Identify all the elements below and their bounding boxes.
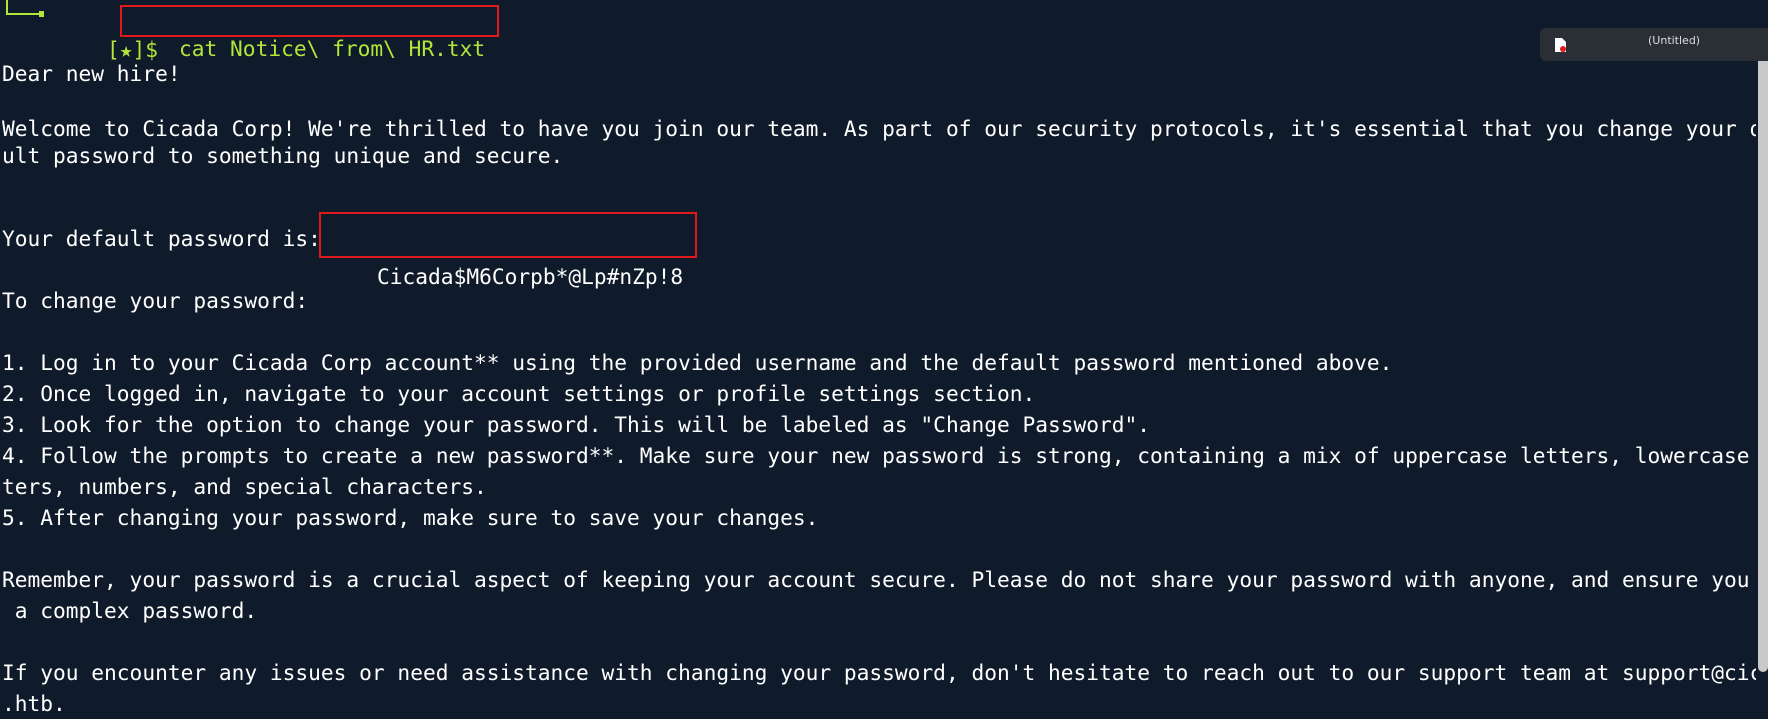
- command-text: cat Notice\ from\ HR.txt: [179, 36, 486, 61]
- notice-welcome-line-2: ult password to something unique and sec…: [2, 143, 564, 168]
- password-value: Cicada$M6Corpb*@Lp#nZp!8: [377, 264, 684, 289]
- notice-greeting: Dear new hire!: [2, 61, 181, 86]
- command-highlight: cat Notice\ from\ HR.txt: [120, 5, 500, 61]
- step-1: 1. Log in to your Cicada Corp account** …: [2, 350, 1393, 375]
- password-highlight: Cicada$M6Corpb*@Lp#nZp!8: [319, 212, 698, 289]
- scrollbar-thumb[interactable]: [1758, 44, 1768, 672]
- terminal-output[interactable]: [★]$ cat Notice\ from\ HR.txt Dear new h…: [0, 0, 1768, 718]
- window-title: (Untitled): [1648, 34, 1701, 47]
- support-line-2: .htb.: [2, 691, 66, 716]
- prompt-arm-icon: [6, 0, 44, 17]
- password-label: Your default password is:: [2, 226, 334, 251]
- document-icon: [1555, 38, 1566, 52]
- step-4-line-2: ters, numbers, and special characters.: [2, 474, 487, 499]
- step-5: 5. After changing your password, make su…: [2, 505, 819, 530]
- remember-line-2: a complex password.: [2, 598, 258, 623]
- step-2: 2. Once logged in, navigate to your acco…: [2, 381, 1036, 406]
- change-heading: To change your password:: [2, 288, 309, 313]
- step-3: 3. Look for the option to change your pa…: [2, 412, 1151, 437]
- step-4-line-1: 4. Follow the prompts to create a new pa…: [2, 443, 1768, 468]
- remember-line-1: Remember, your password is a crucial asp…: [2, 567, 1768, 592]
- support-line-1: If you encounter any issues or need assi…: [2, 660, 1768, 685]
- untitled-window-tab[interactable]: (Untitled): [1540, 28, 1768, 61]
